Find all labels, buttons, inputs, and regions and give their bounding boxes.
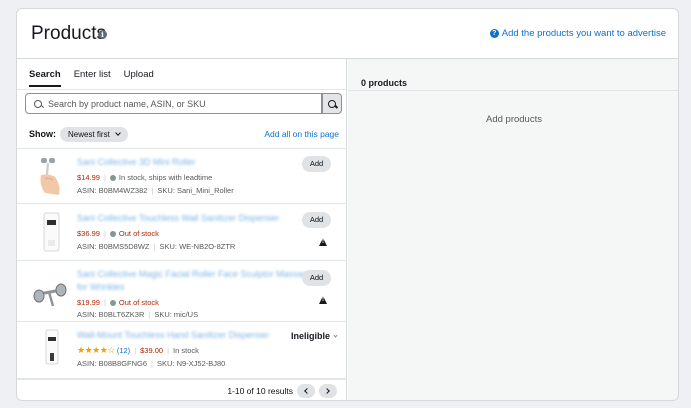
info-icon[interactable]: i bbox=[98, 30, 107, 39]
product-sku: SKU: N9-XJ52-BJ80 bbox=[156, 359, 226, 368]
add-button[interactable]: Add bbox=[302, 270, 331, 286]
selected-count: 0 products bbox=[361, 78, 408, 88]
product-asin: ASIN: B0BLT6ZK3R bbox=[77, 310, 145, 319]
product-ids: ASIN: B0BMS5D8WZ | SKU: WE-NB2O-8ZTR bbox=[77, 242, 236, 251]
product-thumbnail bbox=[40, 158, 60, 195]
product-rating-price: ★★★★☆ (12) | $39.00 | In stock bbox=[77, 345, 199, 355]
results-count: 1-10 of 10 results bbox=[227, 386, 293, 396]
chevron-down-icon bbox=[333, 332, 338, 338]
sort-value: Newest first bbox=[68, 129, 110, 139]
chevron-right-icon bbox=[324, 388, 330, 394]
selected-products-pane: 0 products Add products bbox=[348, 59, 678, 400]
tab-enter-list[interactable]: Enter list bbox=[74, 69, 111, 87]
sort-dropdown[interactable]: Newest first bbox=[60, 126, 128, 142]
product-thumbnail bbox=[45, 329, 59, 365]
products-card: Products i ? Add the products you want t… bbox=[16, 8, 679, 401]
product-thumbnail bbox=[33, 283, 67, 307]
product-name[interactable]: Sani Collective Touchless Wall Sanitizer… bbox=[77, 212, 317, 225]
search-input[interactable]: Search by product name, ASIN, or SKU bbox=[25, 93, 322, 114]
product-price: $19.99 bbox=[77, 298, 100, 307]
search-icon bbox=[328, 99, 336, 108]
product-row: Sani Collective 3D Mini Roller $14.99 | … bbox=[17, 149, 347, 204]
product-name[interactable]: Sani Collective Magic Facial Roller Face… bbox=[77, 268, 317, 294]
product-status: Out of stock bbox=[118, 298, 159, 307]
product-price: $14.99 bbox=[77, 173, 100, 182]
help-icon: ? bbox=[489, 29, 499, 38]
ineligible-dropdown[interactable]: Ineligible bbox=[290, 331, 338, 341]
warning-icon[interactable] bbox=[319, 296, 327, 304]
product-price-status: $19.99 | Out of stock bbox=[77, 298, 159, 307]
help-link-label: Add the products you want to advertise bbox=[501, 28, 666, 39]
product-asin: ASIN: B08B8GFNG6 bbox=[77, 359, 148, 368]
product-ids: ASIN: B0BLT6ZK3R | SKU: mic/US bbox=[77, 310, 199, 319]
tab-upload[interactable]: Upload bbox=[124, 69, 154, 87]
product-search-pane: Search Enter list Upload Search by produ… bbox=[17, 59, 347, 400]
product-ids: ASIN: B08B8GFNG6 | SKU: N9-XJ52-BJ80 bbox=[77, 359, 226, 368]
filter-row: Show: Newest first Add all on this page bbox=[29, 125, 339, 143]
product-sku: SKU: mic/US bbox=[154, 310, 199, 319]
pagination: 1-10 of 10 results bbox=[17, 379, 347, 400]
product-row: Sani Collective Magic Facial Roller Face… bbox=[17, 262, 347, 322]
divider bbox=[17, 89, 347, 90]
product-sku: SKU: WE-NB2O-8ZTR bbox=[159, 242, 236, 251]
add-all-link[interactable]: Add all on this page bbox=[264, 129, 339, 139]
chevron-left-icon bbox=[304, 388, 310, 394]
card-header: Products i ? Add the products you want t… bbox=[17, 9, 678, 59]
product-thumbnail bbox=[43, 212, 60, 252]
product-row: Sani Collective Touchless Wall Sanitizer… bbox=[17, 205, 347, 261]
product-ids: ASIN: B0BM4WZ382 | SKU: Sani_Mini_Roller bbox=[77, 186, 234, 195]
divider bbox=[348, 90, 678, 91]
warning-icon[interactable] bbox=[319, 238, 327, 246]
product-name[interactable]: Wall-Mount Touchless Hand Sanitizer Disp… bbox=[77, 329, 317, 342]
product-status: Out of stock bbox=[118, 229, 159, 238]
empty-state-text: Add products bbox=[486, 114, 542, 125]
product-name[interactable]: Sani Collective 3D Mini Roller bbox=[77, 156, 317, 169]
product-asin: ASIN: B0BMS5D8WZ bbox=[77, 242, 150, 251]
show-label: Show: bbox=[29, 129, 56, 139]
product-price-status: $14.99 | In stock, ships with leadtime bbox=[77, 173, 213, 182]
star-rating-icon: ★★★★☆ bbox=[77, 345, 115, 355]
status-icon bbox=[109, 230, 116, 237]
tab-bar: Search Enter list Upload bbox=[29, 69, 154, 87]
prev-page-button[interactable] bbox=[297, 384, 315, 398]
page-title: Products bbox=[31, 23, 106, 44]
status-icon bbox=[109, 174, 116, 181]
product-sku: SKU: Sani_Mini_Roller bbox=[157, 186, 234, 195]
ineligible-label: Ineligible bbox=[290, 331, 330, 341]
product-status: In stock bbox=[173, 346, 199, 355]
search-button[interactable] bbox=[322, 93, 342, 114]
product-price: $39.00 bbox=[140, 346, 164, 355]
tab-search[interactable]: Search bbox=[29, 69, 61, 87]
search-icon bbox=[34, 99, 42, 108]
status-icon bbox=[109, 299, 116, 306]
search-placeholder: Search by product name, ASIN, or SKU bbox=[48, 98, 206, 109]
product-price: $36.99 bbox=[77, 229, 100, 238]
product-row: Wall-Mount Touchless Hand Sanitizer Disp… bbox=[17, 323, 347, 379]
add-products-help-link[interactable]: ? Add the products you want to advertise bbox=[489, 28, 666, 39]
add-button[interactable]: Add bbox=[302, 212, 331, 228]
add-button[interactable]: Add bbox=[302, 156, 331, 172]
product-asin: ASIN: B0BM4WZ382 bbox=[77, 186, 148, 195]
chevron-down-icon bbox=[114, 129, 121, 136]
rating-count[interactable]: (12) bbox=[117, 346, 130, 355]
product-status: In stock, ships with leadtime bbox=[118, 173, 213, 182]
product-price-status: $36.99 | Out of stock bbox=[77, 229, 159, 238]
next-page-button[interactable] bbox=[319, 384, 337, 398]
